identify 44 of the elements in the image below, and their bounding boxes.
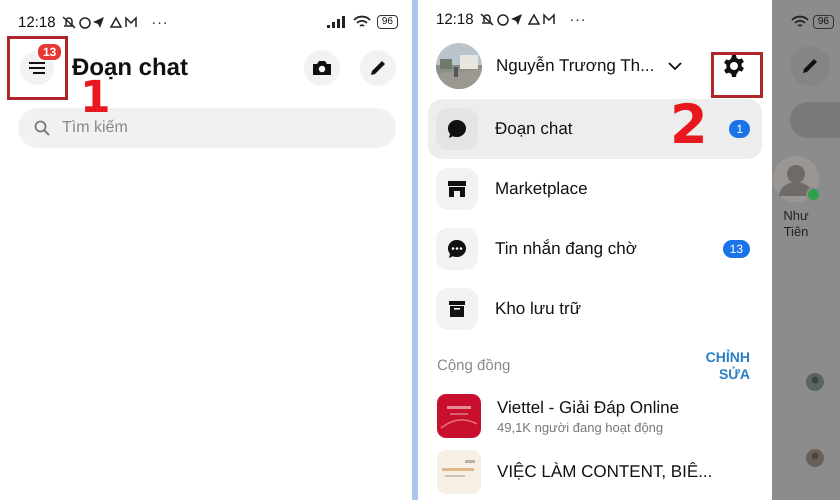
more-notifications: ··· [152,14,169,30]
menu-item[interactable]: Tin nhắn đang chờ 13 [428,219,762,280]
archive-box-icon [448,300,466,318]
search-icon [34,120,50,136]
pencil-icon [801,57,819,75]
edit-link[interactable]: CHỈNH SỬA [694,349,750,384]
battery-indicator: 96 [812,15,834,29]
community-status: 49,1K người đang hoạt động [497,420,664,434]
avatar-icon [806,373,824,391]
pencil-icon [369,59,387,77]
wifi-icon [352,15,371,29]
status-time: 12:18 [436,10,474,28]
notification-badge: 13 [36,42,64,62]
community-name[interactable]: Viettel - Giải Đáp Online [497,398,680,418]
battery-indicator: 96 [376,15,398,29]
search-input[interactable]: Tìm kiếm [60,118,380,138]
message-dots-icon [447,239,467,260]
menu-item[interactable]: Marketplace [428,159,762,220]
store-icon [447,180,467,198]
menu-icon [28,61,46,75]
signal-icon [326,16,347,28]
section-title: Cộng đồng [437,357,510,374]
status-time: 12:18 [18,14,56,30]
camera-icon [312,60,332,76]
chevron-down-icon[interactable] [668,62,682,70]
profile-name[interactable]: Nguyễn Trương Th... [496,56,654,76]
camera-button[interactable] [304,50,340,86]
compose-button[interactable] [360,50,396,86]
unread-badge: 13 [722,240,750,258]
step-number: 2 [670,98,708,152]
avatar-icon [806,449,824,467]
avatar-icon [773,156,819,202]
highlight-frame [711,52,763,98]
more-notifications: ··· [570,11,587,28]
page-title: Đoạn chat [72,54,188,81]
unread-badge: 1 [729,120,750,138]
wifi-icon [790,15,809,29]
community-name[interactable]: VIỆC LÀM CONTENT, BIÊ... [497,462,712,482]
online-dot [806,187,821,202]
contact-name: Như Tiên [782,208,810,240]
settings-icon[interactable] [722,54,746,78]
menu-item[interactable]: Kho lưu trữ [428,279,762,340]
chat-bubble-icon [447,119,467,140]
highlight-frame [7,36,68,100]
